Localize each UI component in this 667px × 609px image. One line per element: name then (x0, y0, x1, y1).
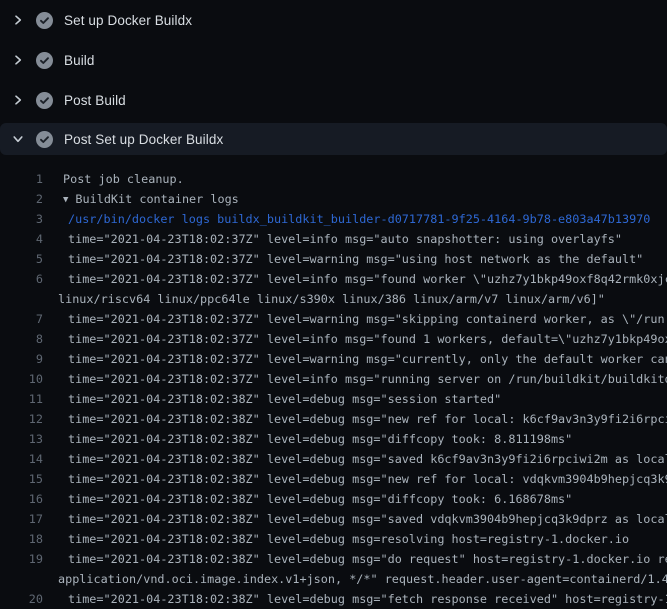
step-header-post-build[interactable]: Post Build (0, 80, 667, 120)
steps-list: Set up Docker Buildx Build (0, 0, 667, 155)
line-number[interactable]: 2 (0, 189, 43, 209)
line-number (0, 569, 43, 589)
group-collapse-icon[interactable]: ▼ (63, 195, 68, 205)
line-number[interactable]: 10 (0, 369, 43, 389)
line-number[interactable]: 11 (0, 389, 43, 409)
line-number[interactable]: 9 (0, 349, 43, 369)
log-line: 10 time="2021-04-23T18:02:37Z" level=inf… (0, 369, 667, 389)
step-label: Post Build (64, 93, 126, 108)
log-line-text: time="2021-04-23T18:02:37Z" level=info m… (58, 269, 667, 289)
log-line-text: time="2021-04-23T18:02:38Z" level=debug … (58, 469, 667, 489)
log-line-text: time="2021-04-23T18:02:38Z" level=debug … (58, 589, 667, 609)
log-line: 8 time="2021-04-23T18:02:37Z" level=info… (0, 329, 667, 349)
step-label: Post Set up Docker Buildx (64, 132, 223, 147)
log-line: 1 Post job cleanup. (0, 169, 667, 189)
log-line: 16 time="2021-04-23T18:02:38Z" level=deb… (0, 489, 667, 509)
line-number[interactable]: 4 (0, 229, 43, 249)
line-number[interactable]: 7 (0, 309, 43, 329)
log-line-text: time="2021-04-23T18:02:37Z" level=info m… (58, 369, 667, 389)
log-line: 11 time="2021-04-23T18:02:38Z" level=deb… (0, 389, 667, 409)
step-header-post-set-up-docker-buildx[interactable]: Post Set up Docker Buildx (0, 123, 667, 155)
line-number[interactable]: 18 (0, 529, 43, 549)
log-line-text: time="2021-04-23T18:02:38Z" level=debug … (58, 529, 629, 549)
line-number[interactable]: 19 (0, 549, 43, 569)
chevron-right-icon (10, 52, 26, 68)
log-line-text: time="2021-04-23T18:02:38Z" level=debug … (58, 449, 667, 469)
log-line: 19 time="2021-04-23T18:02:38Z" level=deb… (0, 549, 667, 569)
line-number[interactable]: 13 (0, 429, 43, 449)
log-line-text: Post job cleanup. (58, 169, 184, 189)
log-line-text: time="2021-04-23T18:02:38Z" level=debug … (58, 409, 667, 429)
log-line: application/vnd.oci.image.index.v1+json,… (0, 569, 667, 589)
log-line-text: /usr/bin/docker logs buildx_buildkit_bui… (58, 209, 650, 229)
log-line: linux/riscv64 linux/ppc64le linux/s390x … (0, 289, 667, 309)
check-circle-icon (36, 52, 53, 69)
log-line: 3 /usr/bin/docker logs buildx_buildkit_b… (0, 209, 667, 229)
chevron-right-icon (10, 12, 26, 28)
line-number[interactable]: 5 (0, 249, 43, 269)
step-header-set-up-docker-buildx[interactable]: Set up Docker Buildx (0, 0, 667, 40)
log-line: 15 time="2021-04-23T18:02:38Z" level=deb… (0, 469, 667, 489)
log-line-text: ▼ BuildKit container logs (58, 189, 239, 209)
line-number[interactable]: 1 (0, 169, 43, 189)
step-label: Set up Docker Buildx (64, 13, 192, 28)
log-line-text: application/vnd.oci.image.index.v1+json,… (58, 569, 667, 589)
log-line-text: time="2021-04-23T18:02:38Z" level=debug … (58, 549, 667, 569)
line-number[interactable]: 8 (0, 329, 43, 349)
log-line-text: time="2021-04-23T18:02:38Z" level=debug … (58, 489, 572, 509)
log-line: 13 time="2021-04-23T18:02:38Z" level=deb… (0, 429, 667, 449)
line-number[interactable]: 12 (0, 409, 43, 429)
line-number[interactable]: 17 (0, 509, 43, 529)
line-number (0, 289, 43, 309)
check-circle-icon (36, 131, 53, 148)
log-line: 4 time="2021-04-23T18:02:37Z" level=info… (0, 229, 667, 249)
step-label: Build (64, 53, 95, 68)
log-line-text: time="2021-04-23T18:02:37Z" level=warnin… (58, 349, 667, 369)
group-title[interactable]: BuildKit container logs (75, 192, 238, 206)
line-number[interactable]: 15 (0, 469, 43, 489)
log-line: 17 time="2021-04-23T18:02:38Z" level=deb… (0, 509, 667, 529)
log-line-text: time="2021-04-23T18:02:38Z" level=debug … (58, 429, 572, 449)
log-line-text: time="2021-04-23T18:02:37Z" level=info m… (58, 229, 622, 249)
log-line-text: linux/riscv64 linux/ppc64le linux/s390x … (58, 289, 605, 309)
chevron-down-icon (10, 131, 26, 147)
line-number[interactable]: 14 (0, 449, 43, 469)
log-line-text: time="2021-04-23T18:02:37Z" level=warnin… (58, 309, 665, 329)
log-line-text: time="2021-04-23T18:02:37Z" level=info m… (58, 329, 667, 349)
log-line: 18 time="2021-04-23T18:02:38Z" level=deb… (0, 529, 667, 549)
step-header-build[interactable]: Build (0, 40, 667, 80)
log-line: 12 time="2021-04-23T18:02:38Z" level=deb… (0, 409, 667, 429)
log-line-text: time="2021-04-23T18:02:38Z" level=debug … (58, 509, 667, 529)
chevron-right-icon (10, 92, 26, 108)
log-line: 2 ▼ BuildKit container logs (0, 189, 667, 209)
log-line: 5 time="2021-04-23T18:02:37Z" level=warn… (0, 249, 667, 269)
line-number[interactable]: 16 (0, 489, 43, 509)
log-line: 6 time="2021-04-23T18:02:37Z" level=info… (0, 269, 667, 289)
log-line: 7 time="2021-04-23T18:02:37Z" level=warn… (0, 309, 667, 329)
line-number[interactable]: 6 (0, 269, 43, 289)
log-viewer: 1 Post job cleanup. 2 ▼ BuildKit containe… (0, 155, 667, 609)
line-number[interactable]: 20 (0, 589, 43, 609)
log-line: 9 time="2021-04-23T18:02:37Z" level=warn… (0, 349, 667, 369)
log-line-text: time="2021-04-23T18:02:38Z" level=debug … (58, 389, 501, 409)
log-line: 20 time="2021-04-23T18:02:38Z" level=deb… (0, 589, 667, 609)
check-circle-icon (36, 12, 53, 29)
log-line: 14 time="2021-04-23T18:02:38Z" level=deb… (0, 449, 667, 469)
log-line-text: time="2021-04-23T18:02:37Z" level=warnin… (58, 249, 643, 269)
check-circle-icon (36, 92, 53, 109)
line-number[interactable]: 3 (0, 209, 43, 229)
